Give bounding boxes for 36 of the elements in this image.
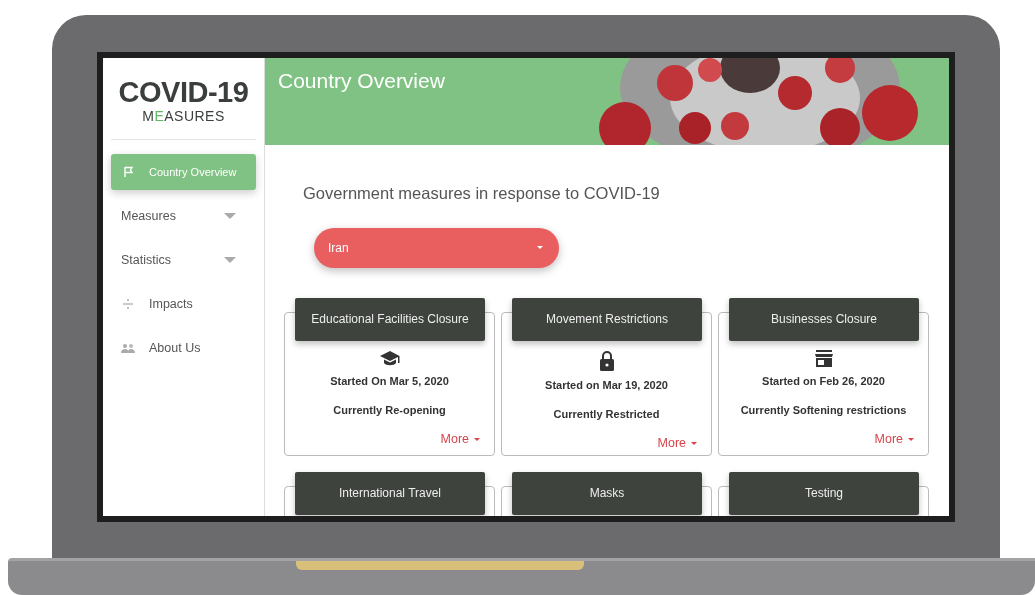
logo-title: COVID-19 bbox=[117, 78, 250, 107]
start-date: Started On Mar 5, 2020 bbox=[330, 373, 449, 389]
flag-icon bbox=[123, 166, 135, 179]
card-header: Educational Facilities Closure bbox=[295, 297, 485, 341]
status-text: Currently Restricted bbox=[553, 407, 660, 423]
people-icon bbox=[121, 343, 135, 354]
caret-icon bbox=[908, 437, 914, 441]
sidebar-item[interactable]: Impacts bbox=[111, 286, 256, 323]
store-icon bbox=[814, 349, 833, 367]
card-header: Businesses Closure bbox=[729, 297, 919, 341]
card-header: Testing bbox=[729, 471, 919, 515]
sidebar-item[interactable]: Statistics bbox=[111, 242, 256, 279]
card-header: Masks bbox=[512, 471, 702, 515]
more-link[interactable]: More bbox=[874, 429, 914, 449]
card-header: International Travel bbox=[295, 471, 485, 515]
caret-icon bbox=[224, 213, 236, 220]
status-text: Currently Softening restrictions bbox=[740, 403, 907, 419]
start-date: Started on Feb 26, 2020 bbox=[762, 373, 885, 389]
page-title: Country Overview bbox=[277, 68, 445, 94]
sidebar-item[interactable]: About Us bbox=[111, 330, 256, 367]
more-link[interactable]: More bbox=[440, 429, 480, 449]
more-link[interactable]: More bbox=[657, 433, 697, 453]
graduation-cap-icon bbox=[379, 349, 400, 367]
country-select[interactable]: Iran bbox=[314, 227, 559, 268]
caret-icon bbox=[474, 437, 480, 441]
status-text: Currently Re-opening bbox=[333, 403, 446, 419]
section-heading: Government measures in response to COVID-19 bbox=[303, 183, 660, 204]
card-header: Movement Restrictions bbox=[512, 297, 702, 341]
start-date: Started on Mar 19, 2020 bbox=[545, 377, 668, 393]
sidebar-item[interactable]: Measures bbox=[111, 198, 256, 235]
divide-icon bbox=[123, 298, 133, 311]
caret-icon bbox=[691, 441, 697, 445]
lock-icon bbox=[598, 349, 615, 371]
logo-subtitle: MEASURES bbox=[141, 107, 226, 126]
caret-icon bbox=[224, 257, 236, 264]
caret-icon bbox=[537, 246, 543, 250]
